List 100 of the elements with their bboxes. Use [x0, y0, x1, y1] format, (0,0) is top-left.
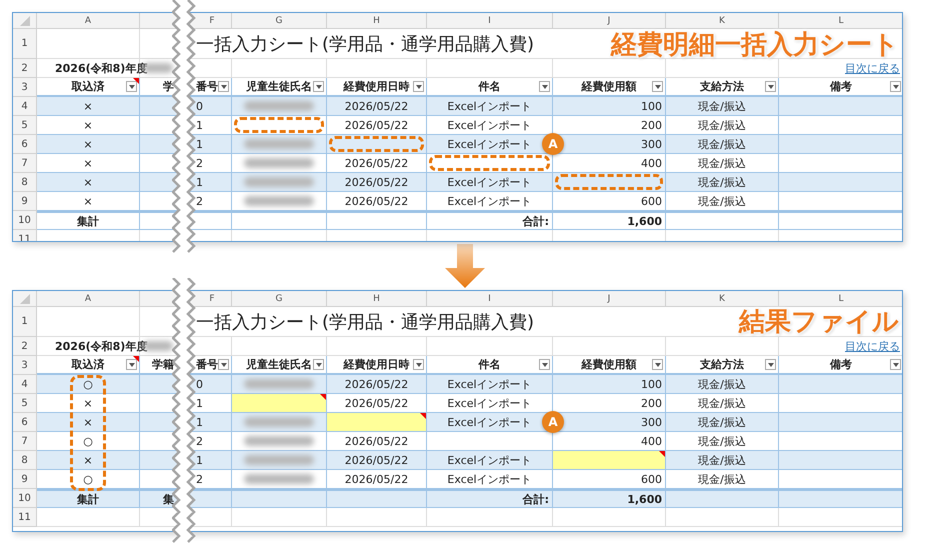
column-letter[interactable]: L [838, 294, 844, 304]
row-number[interactable]: 2 [13, 337, 37, 356]
column-letter[interactable]: H [373, 16, 380, 26]
blurred-name [244, 101, 314, 111]
row-number[interactable]: 7 [13, 154, 37, 173]
blurred-name [244, 158, 314, 168]
filter-button[interactable] [652, 359, 663, 370]
row-number[interactable]: 11 [13, 508, 37, 527]
filter-button[interactable] [539, 359, 550, 370]
caret-icon [220, 362, 226, 366]
table-cell: 現金/振込 [698, 98, 746, 114]
row-number[interactable]: 1 [13, 29, 37, 59]
column-letter[interactable]: I [488, 16, 491, 26]
filter-button[interactable] [313, 81, 324, 92]
filter-button[interactable] [126, 359, 137, 370]
row-number[interactable]: 5 [13, 116, 37, 135]
table-cell: × [83, 194, 93, 208]
sheet-title: 一括入力シート(学用品・通学用品購入費) [196, 33, 534, 56]
blurred-name [244, 196, 314, 206]
filter-button[interactable] [765, 359, 776, 370]
filter-button[interactable] [126, 81, 137, 92]
table-cell: 300 [641, 416, 662, 428]
column-letter[interactable]: K [719, 294, 725, 304]
table-cell: 2026/05/22 [344, 434, 408, 448]
row-number[interactable]: 3 [13, 356, 37, 375]
table-cell: 200 [641, 118, 662, 132]
column-heading: 取込済 [72, 357, 104, 372]
table-cell: 2026/05/22 [344, 472, 408, 486]
row-number[interactable]: 10 [13, 211, 37, 230]
filter-button[interactable] [652, 81, 663, 92]
table-cell: 100 [641, 378, 662, 390]
row-number[interactable]: 1 [13, 307, 37, 337]
column-letter[interactable]: J [608, 294, 610, 304]
row-number[interactable]: 6 [13, 135, 37, 154]
row-number[interactable]: 9 [13, 470, 37, 489]
caret-icon [316, 362, 322, 366]
table-cell: 400 [641, 156, 662, 170]
column-heading: 経費使用額 [582, 79, 636, 94]
column-heading: 経費使用日時 [344, 357, 410, 372]
filter-button[interactable] [413, 359, 424, 370]
column-letter[interactable]: L [838, 16, 844, 26]
row-number[interactable]: 2 [13, 59, 37, 78]
row-number[interactable]: 7 [13, 432, 37, 451]
table-cell: 2026/05/22 [344, 454, 408, 466]
caption-title: 経費明細一括入力シート [611, 30, 899, 60]
row-number[interactable]: 6 [13, 413, 37, 432]
blurred-name [244, 177, 314, 187]
column-letter[interactable]: I [488, 294, 491, 304]
column-heading: 番号 [196, 79, 218, 94]
table-cell: 2 [196, 434, 203, 448]
row-number[interactable]: 5 [13, 394, 37, 413]
column-heading: 番号 [196, 357, 218, 372]
callout-badge: A [542, 133, 564, 155]
filter-button[interactable] [313, 359, 324, 370]
row-number[interactable]: 3 [13, 78, 37, 97]
table-cell: 0 [196, 100, 203, 112]
caret-icon [654, 362, 660, 366]
column-letter[interactable]: H [373, 294, 380, 304]
row-number[interactable]: 4 [13, 97, 37, 116]
table-cell: 合計: [522, 214, 549, 228]
column-letter[interactable]: F [209, 294, 215, 304]
filter-button[interactable] [218, 359, 229, 370]
filter-button[interactable] [765, 81, 776, 92]
table-cell: 集 [163, 492, 174, 506]
fiscal-year: 2026(令和8)年度 [55, 60, 148, 76]
column-letter[interactable]: G [276, 16, 282, 26]
callout-badge: A [542, 411, 564, 433]
blurred-name [244, 474, 314, 484]
column-heading: 学籍 [152, 357, 174, 372]
row-number[interactable]: 4 [13, 375, 37, 394]
table-cell: Excelインポート [447, 136, 532, 152]
table-cell: 600 [641, 472, 662, 486]
table-cell: Excelインポート [447, 396, 532, 410]
table-cell: 400 [641, 434, 662, 448]
filter-button[interactable] [218, 81, 229, 92]
table-cell: 集計 [77, 214, 99, 228]
column-letter[interactable]: J [608, 16, 610, 26]
filter-button[interactable] [413, 81, 424, 92]
column-letter[interactable]: K [719, 16, 725, 26]
toc-link[interactable]: 目次に戻る [845, 338, 900, 354]
table-cell: 2 [196, 472, 203, 486]
filter-button[interactable] [890, 81, 901, 92]
table-cell: × [83, 416, 93, 428]
filter-button[interactable] [539, 81, 550, 92]
row-number[interactable]: 9 [13, 192, 37, 211]
row-number[interactable]: 10 [13, 489, 37, 508]
caret-icon [128, 84, 134, 88]
table-cell: 2 [196, 156, 203, 170]
filter-button[interactable] [890, 359, 901, 370]
column-heading: 児童生徒氏名 [246, 357, 312, 372]
column-letter[interactable]: G [276, 294, 282, 304]
table-cell: 300 [641, 138, 662, 150]
table-cell: Excelインポート [447, 376, 532, 392]
table-cell: Excelインポート [447, 98, 532, 114]
row-number[interactable]: 8 [13, 451, 37, 470]
column-letter[interactable]: A [84, 16, 92, 26]
column-letter[interactable]: A [84, 294, 92, 304]
column-letter[interactable]: F [209, 16, 215, 26]
row-number[interactable]: 8 [13, 173, 37, 192]
toc-link[interactable]: 目次に戻る [845, 60, 900, 76]
